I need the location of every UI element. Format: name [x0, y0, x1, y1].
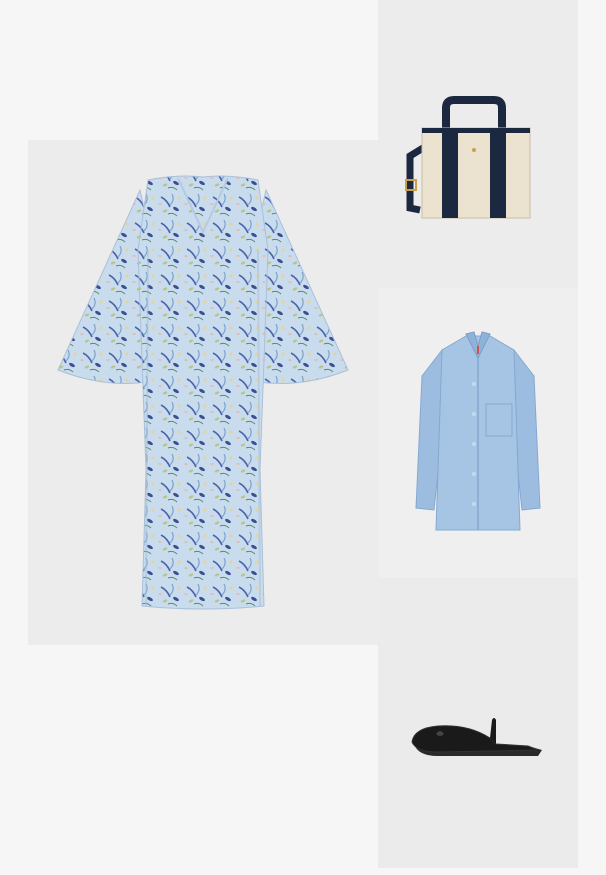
- shirt-panel[interactable]: [378, 288, 578, 578]
- bag-panel[interactable]: [378, 0, 578, 288]
- tote-bag-icon: [405, 96, 531, 219]
- dress-panel[interactable]: [28, 140, 378, 645]
- shirt-icon: [415, 331, 541, 531]
- shoe-panel[interactable]: [378, 578, 578, 868]
- dress-icon: [57, 175, 349, 610]
- shoe-icon: [411, 718, 542, 756]
